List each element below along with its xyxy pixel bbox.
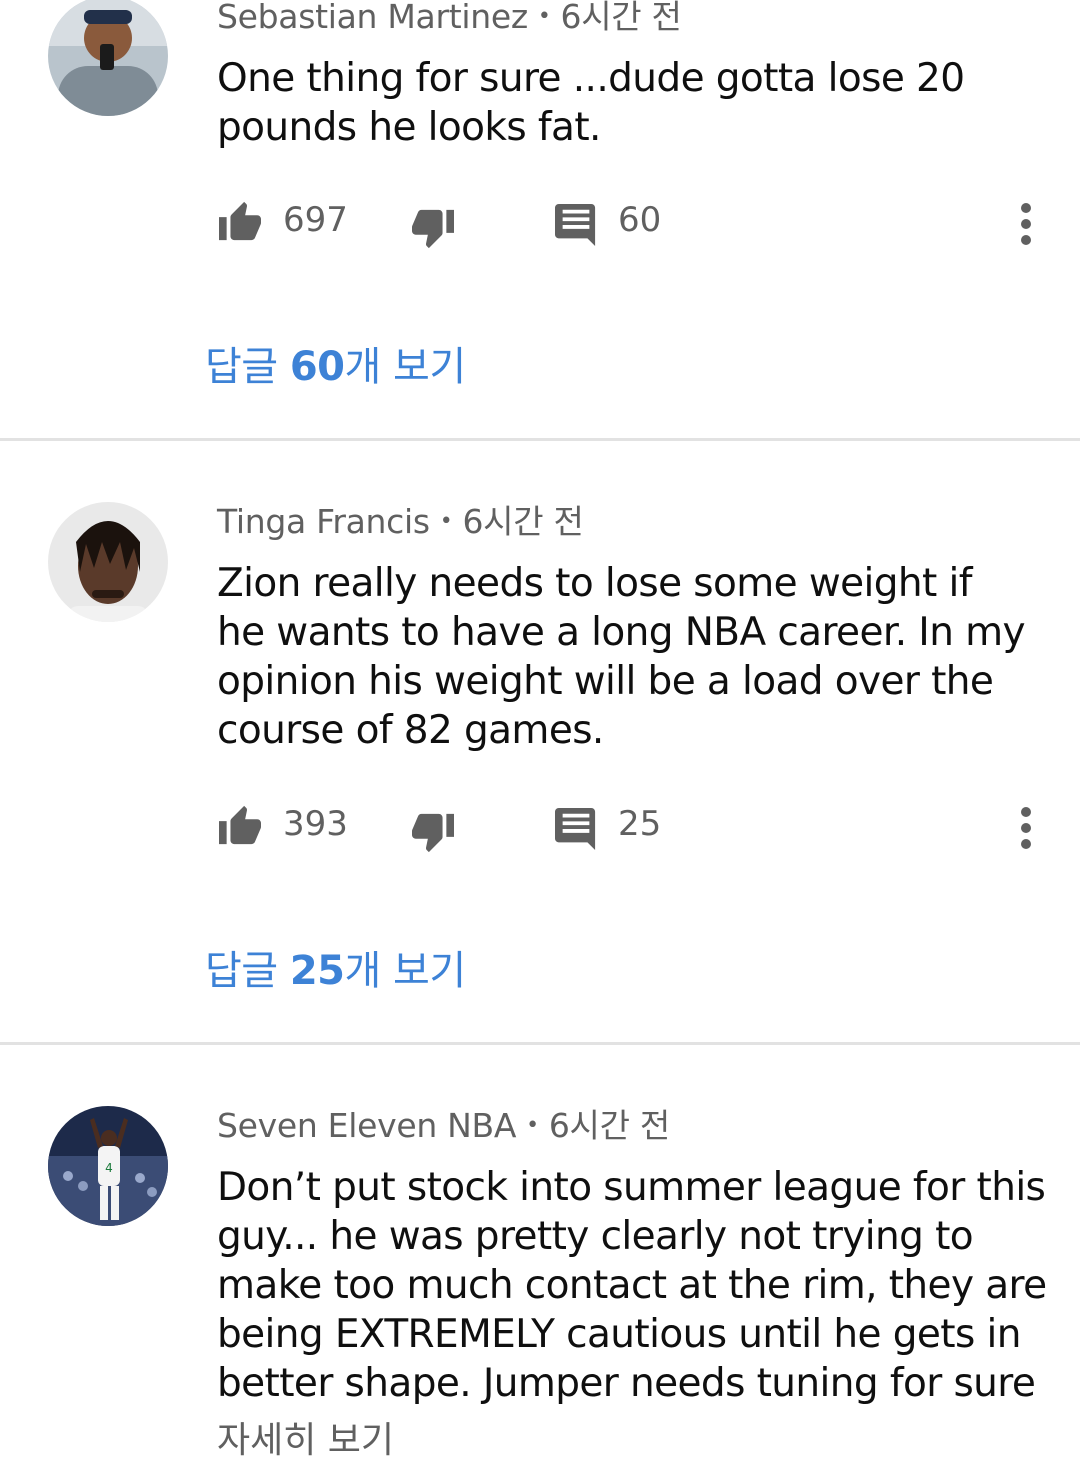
comment-text-line: Zion really needs to lose some weight if bbox=[217, 561, 973, 606]
reply-count: 25 bbox=[618, 804, 662, 844]
view-replies-prefix: 답글 bbox=[205, 948, 290, 994]
comment-text-line: One thing for sure ...dude gotta lose 20 bbox=[217, 56, 965, 101]
author-name[interactable]: Tinga Francis bbox=[217, 502, 430, 541]
thumb-up-icon[interactable] bbox=[217, 804, 263, 850]
thumb-down-icon[interactable] bbox=[410, 208, 456, 254]
view-replies-link[interactable]: 답글 25개 보기 bbox=[205, 947, 466, 995]
view-replies-link[interactable]: 답글 60개 보기 bbox=[205, 343, 466, 391]
view-replies-suffix: 개 보기 bbox=[344, 344, 467, 390]
comment-item: Sebastian Martinez • 6시간 전 One thing for s… bbox=[0, 0, 1080, 440]
comment-meta: Sebastian Martinez • 6시간 전 bbox=[217, 0, 682, 37]
comment-meta: Seven Eleven NBA • 6시간 전 bbox=[217, 1106, 670, 1146]
comment-text-line: being EXTREMELY cautious until he gets i… bbox=[217, 1312, 1021, 1357]
read-more-link[interactable]: 자세히 보기 bbox=[217, 1421, 394, 1461]
comment-text-line: Don’t put stock into summer league for t… bbox=[217, 1165, 1046, 1210]
view-replies-count: 60 bbox=[289, 344, 345, 390]
comment-text: One thing for sure ...dude gotta lose 20… bbox=[217, 54, 1047, 152]
like-count: 393 bbox=[283, 804, 348, 844]
comment-text-line: course of 82 games. bbox=[217, 708, 604, 753]
comment-icon[interactable] bbox=[555, 808, 597, 854]
view-replies-suffix: 개 보기 bbox=[344, 948, 467, 994]
comment-text-line: guy... he was pretty clearly not trying … bbox=[217, 1214, 974, 1259]
avatar-image bbox=[48, 502, 168, 622]
comment-text-line: pounds he looks fat. bbox=[217, 105, 601, 150]
comment-text-line: he wants to have a long NBA career. In m… bbox=[217, 610, 1026, 655]
separator-dot: • bbox=[439, 509, 453, 534]
avatar-image bbox=[48, 0, 168, 116]
separator-dot: • bbox=[526, 1113, 539, 1138]
comment-text-line: better shape. Jumper needs tuning for su… bbox=[217, 1361, 1036, 1406]
svg-text:4: 4 bbox=[105, 1161, 113, 1175]
thumb-up-icon[interactable] bbox=[217, 200, 263, 246]
timestamp: 6시간 전 bbox=[560, 0, 682, 36]
view-replies-count: 25 bbox=[289, 948, 345, 994]
like-count: 697 bbox=[283, 200, 348, 240]
avatar[interactable] bbox=[48, 0, 168, 116]
comment-text: Zion really needs to lose some weight if… bbox=[217, 559, 1047, 755]
comment-actions: 393 25 bbox=[217, 798, 1047, 858]
avatar-image: 4 bbox=[48, 1106, 168, 1226]
comment-item: Tinga Francis • 6시간 전 Zion really needs to… bbox=[0, 441, 1080, 1044]
more-vert-icon[interactable] bbox=[1010, 198, 1042, 248]
comment-actions: 697 60 bbox=[217, 194, 1047, 254]
comment-meta: Tinga Francis • 6시간 전 bbox=[217, 502, 584, 542]
more-vert-icon[interactable] bbox=[1010, 802, 1042, 852]
comment-text-line: opinion his weight will be a load over t… bbox=[217, 659, 994, 704]
avatar[interactable]: 4 bbox=[48, 1106, 168, 1226]
reply-count: 60 bbox=[618, 200, 662, 240]
author-name[interactable]: Sebastian Martinez bbox=[217, 0, 528, 36]
comment-text: Don’t put stock into summer league for t… bbox=[217, 1163, 1057, 1408]
author-name[interactable]: Seven Eleven NBA bbox=[217, 1106, 516, 1145]
thumb-down-icon[interactable] bbox=[410, 812, 456, 858]
timestamp: 6시간 전 bbox=[548, 1106, 670, 1145]
comment-text-line: make too much contact at the rim, they a… bbox=[217, 1263, 1047, 1308]
view-replies-prefix: 답글 bbox=[205, 344, 290, 390]
comment-icon[interactable] bbox=[555, 204, 597, 250]
timestamp: 6시간 전 bbox=[462, 502, 584, 541]
avatar[interactable] bbox=[48, 502, 168, 622]
comment-item: 4 Seven Eleven NBA • 6시간 전 Don’t put stock… bbox=[0, 1045, 1080, 1461]
separator-dot: • bbox=[537, 4, 551, 29]
